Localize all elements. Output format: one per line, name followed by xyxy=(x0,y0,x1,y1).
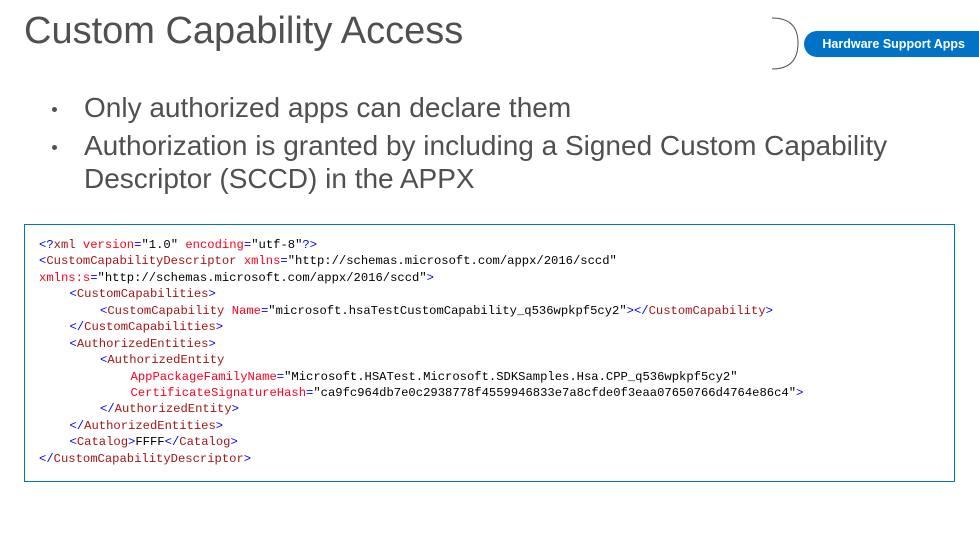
bullet-item: Authorization is granted by including a … xyxy=(80,129,920,196)
xml-code-block: <?xml version="1.0" encoding="utf-8"?> <… xyxy=(24,224,955,483)
bracket-decor xyxy=(768,16,808,71)
badge-container: Hardware Support Apps xyxy=(768,16,979,71)
page-title: Custom Capability Access xyxy=(24,10,463,53)
bullet-item: Only authorized apps can declare them xyxy=(80,91,920,125)
bullet-list: Only authorized apps can declare them Au… xyxy=(80,91,920,196)
hardware-support-badge: Hardware Support Apps xyxy=(804,31,979,57)
